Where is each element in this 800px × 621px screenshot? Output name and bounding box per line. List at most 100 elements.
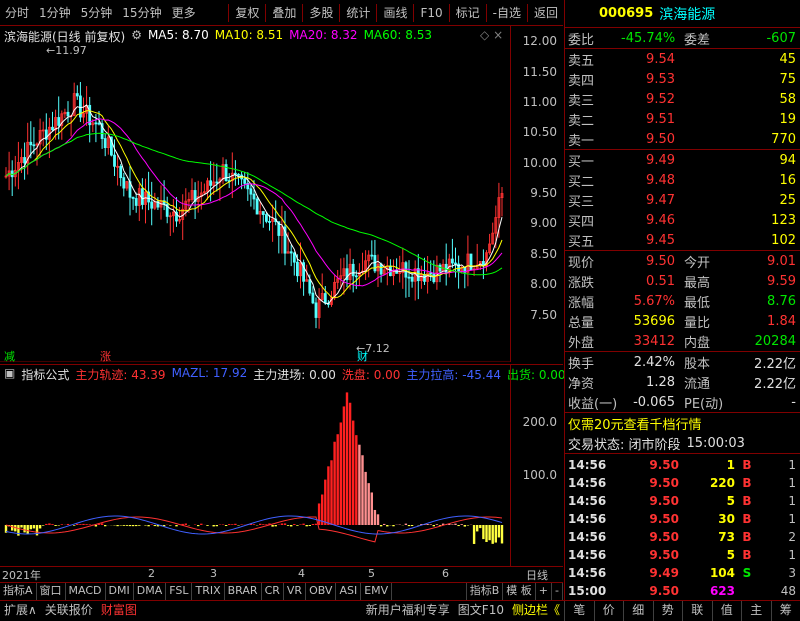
status-right-0[interactable]: 新用户福利专享 — [362, 601, 454, 621]
indicator-tab-17[interactable]: - — [552, 583, 563, 600]
candle-body — [132, 197, 134, 198]
indicator-tab-9[interactable]: VR — [284, 583, 306, 600]
trade-time: 14:56 — [565, 512, 617, 526]
sell-level-4-label: 卖四 — [565, 70, 621, 89]
indicator-tab-5[interactable]: FSL — [166, 583, 192, 600]
indicator-bar — [302, 524, 304, 525]
price-tick-5: 9.50 — [530, 186, 557, 200]
close-icon[interactable]: × — [493, 28, 503, 42]
status-left-2[interactable]: 财富图 — [97, 601, 141, 621]
indicator-bar — [333, 442, 335, 525]
indicator-tab-3[interactable]: DMI — [106, 583, 134, 600]
toolbar-right-5[interactable]: F10 — [415, 0, 447, 26]
candle-body — [371, 255, 373, 256]
buy-level-2-row: 买二9.4816 — [565, 170, 800, 190]
toolbar-right-1[interactable]: 叠加 — [267, 0, 301, 26]
indicator-tab-6[interactable]: TRIX — [192, 583, 224, 600]
indicator-tick-1: 100.0 — [523, 468, 557, 482]
stat-label: 今开 — [681, 252, 729, 271]
indicator-bar — [30, 525, 32, 529]
indicator-tab-10[interactable]: OBV — [306, 583, 336, 600]
trade-price: 9.50 — [617, 584, 679, 598]
indicator-tab-7[interactable]: BRAR — [225, 583, 262, 600]
indicator-toggle-icon[interactable]: ▣ — [4, 366, 15, 383]
status-left-0[interactable]: 扩展∧ — [0, 601, 41, 621]
right-tab-1[interactable]: 价 — [594, 601, 624, 621]
toolbar-right-2[interactable]: 多股 — [304, 0, 338, 26]
sell-level-1-volume: 770 — [681, 132, 800, 147]
kline-canvas[interactable]: ←11.97←7.12减涨财 — [0, 26, 510, 362]
indicator-tab-4[interactable]: DMA — [134, 583, 167, 600]
buy-level-1-row: 买一9.4994 — [565, 150, 800, 170]
price-tick-4: 10.00 — [523, 156, 557, 170]
toolbar-left-0[interactable]: 分时 — [0, 0, 34, 26]
toolbar-right-7[interactable]: -自选 — [488, 0, 526, 26]
indicator-tab-2[interactable]: MACD — [66, 583, 106, 600]
trade-side: B — [735, 458, 759, 472]
stat-value: 5.67% — [621, 294, 681, 309]
trade-price: 9.50 — [617, 458, 679, 472]
diamond-icon[interactable]: ◇ — [480, 28, 489, 42]
status-right-1[interactable]: 图文F10 — [454, 601, 508, 621]
stat-value: - — [729, 395, 800, 410]
indicator-canvas[interactable] — [0, 365, 510, 567]
stat-value: 1.28 — [621, 375, 681, 390]
chart-settings-icon[interactable]: ⚙ — [131, 28, 142, 45]
status-left-1[interactable]: 关联报价 — [41, 601, 97, 621]
toolbar-right-6[interactable]: 标记 — [451, 0, 485, 26]
toolbar-left-3[interactable]: 15分钟 — [117, 0, 166, 26]
right-tab-7[interactable]: 筹 — [771, 601, 800, 621]
sell-level-2-row: 卖二9.5119 — [565, 109, 800, 129]
right-tab-0[interactable]: 笔 — [564, 601, 594, 621]
right-tab-5[interactable]: 值 — [712, 601, 742, 621]
toolbar-right-8[interactable]: 返回 — [529, 0, 563, 26]
toolbar-separator — [449, 4, 450, 22]
indicator-bar — [380, 525, 382, 526]
candle-body — [141, 189, 143, 205]
indicator-bar — [352, 421, 354, 525]
indicator-tab-8[interactable]: CR — [262, 583, 284, 600]
right-tab-6[interactable]: 主 — [741, 601, 771, 621]
sell-level-4-row: 卖四9.5375 — [565, 69, 800, 89]
trade-price: 9.50 — [617, 548, 679, 562]
toolbar-left-4[interactable]: 更多 — [167, 0, 201, 26]
kline-chart[interactable]: ←11.97←7.12减涨财 — [0, 26, 510, 362]
toolbar-left-1[interactable]: 1分钟 — [34, 0, 76, 26]
indicator-tab-0[interactable]: 指标A — [0, 583, 37, 600]
trade-volume: 623 — [679, 584, 735, 598]
indicator-bar — [488, 525, 490, 540]
indicator-tab-16[interactable]: + — [536, 583, 552, 600]
indicator-bar — [197, 525, 199, 526]
indicator-chart[interactable] — [0, 364, 510, 566]
candle-body — [76, 94, 78, 96]
candle-body — [455, 263, 457, 264]
indicator-tab-11[interactable]: ASI — [336, 583, 361, 600]
indicator-tab-1[interactable]: 窗口 — [37, 583, 66, 600]
toolbar-right-0[interactable]: 复权 — [230, 0, 264, 26]
indicator-tab-12[interactable]: EMV — [361, 583, 392, 600]
right-tab-3[interactable]: 势 — [653, 601, 683, 621]
trade-volume: 5 — [679, 494, 735, 508]
toolbar-right-3[interactable]: 统计 — [341, 0, 375, 26]
toolbar-right-4[interactable]: 画线 — [378, 0, 412, 26]
promo-row[interactable]: 仅需20元查看千档行情 — [565, 413, 800, 433]
right-tab-4[interactable]: 联 — [682, 601, 712, 621]
indicator-bar — [349, 403, 351, 525]
trade-volume: 220 — [679, 476, 735, 490]
indicator-bar — [374, 510, 376, 525]
toolbar-left-2[interactable]: 5分钟 — [76, 0, 118, 26]
indicator-name[interactable]: 指标公式 — [21, 366, 69, 383]
candle-body — [262, 212, 264, 215]
period-label[interactable]: 日线 — [526, 567, 548, 583]
promo-link[interactable]: 仅需20元查看千档行情 — [565, 414, 702, 433]
right-tab-2[interactable]: 细 — [623, 601, 653, 621]
trade-state: 交易状态: 闭市阶段 — [565, 434, 681, 453]
price-tick-6: 9.00 — [530, 216, 557, 230]
indicator-tab-14[interactable]: 指标B — [467, 583, 504, 600]
indicator-tab-15[interactable]: 模 板 — [503, 583, 536, 600]
stat-value: 9.50 — [621, 254, 681, 269]
buy-level-5-row: 买五9.45102 — [565, 230, 800, 250]
indicator-bar — [101, 523, 103, 525]
status-right-2[interactable]: 侧边栏《 — [508, 601, 564, 621]
candle-body — [250, 189, 252, 194]
